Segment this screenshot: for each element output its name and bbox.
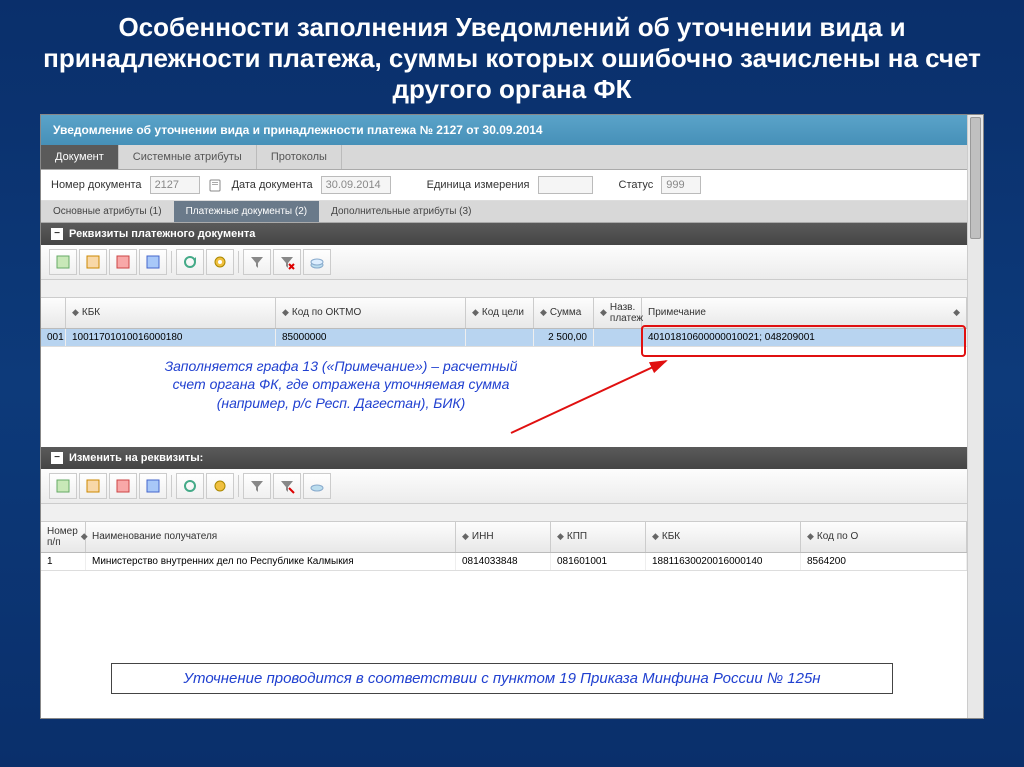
cell-oktmo: 85000000: [276, 329, 466, 346]
sub-tabs: Основные атрибуты (1) Платежные документ…: [41, 201, 967, 223]
sort-icon[interactable]: ◆: [472, 307, 479, 318]
col-inn[interactable]: ИНН: [472, 531, 494, 542]
subtab-main-attrs[interactable]: Основные атрибуты (1): [41, 201, 174, 222]
table-row[interactable]: 001 10011701010016000180 85000000 2 500,…: [41, 329, 967, 347]
tb-export-icon[interactable]: [303, 473, 331, 499]
status-input[interactable]: [661, 176, 701, 194]
panel2-header: − Изменить на реквизиты:: [41, 447, 967, 469]
doc-num-input[interactable]: [150, 176, 200, 194]
col-note[interactable]: Примечание: [648, 307, 706, 318]
sort-icon[interactable]: ◆: [807, 531, 814, 542]
cell-platezh: [594, 329, 642, 346]
col-kbk[interactable]: КБК: [82, 307, 100, 318]
tab-document[interactable]: Документ: [41, 145, 119, 169]
tb-new-icon[interactable]: [49, 249, 77, 275]
panel1-toolbar: [41, 245, 967, 280]
tb-grid-icon[interactable]: [139, 473, 167, 499]
panel2-title: Изменить на реквизиты:: [69, 452, 203, 464]
sort-icon[interactable]: ◆: [72, 307, 79, 318]
cell-name: Министерство внутренних дел по Республик…: [86, 553, 456, 570]
col-oktmo[interactable]: Код по ОКТМО: [292, 307, 361, 318]
doc-date-label: Дата документа: [232, 179, 313, 191]
doc-date-input[interactable]: [321, 176, 391, 194]
tb-settings-icon[interactable]: [206, 473, 234, 499]
col-num[interactable]: Номер п/п: [47, 526, 78, 548]
sort-icon[interactable]: ◆: [540, 307, 547, 318]
tb-settings-icon[interactable]: [206, 249, 234, 275]
cell-oktmo2: 8564200: [801, 553, 967, 570]
doc-num-label: Номер документа: [51, 179, 142, 191]
cell-goal: [466, 329, 534, 346]
sort-icon[interactable]: ◆: [953, 307, 960, 318]
app-window: Уведомление об уточнении вида и принадле…: [40, 114, 984, 719]
col-oktmo2[interactable]: Код по О: [817, 531, 858, 542]
col-kbk2[interactable]: КБК: [662, 531, 680, 542]
panel1-title: Реквизиты платежного документа: [69, 228, 255, 240]
tb-refresh-icon[interactable]: [176, 473, 204, 499]
subtab-payment-docs[interactable]: Платежные документы (2): [174, 201, 320, 222]
panel2-toolbar: [41, 469, 967, 504]
tab-system-attrs[interactable]: Системные атрибуты: [119, 145, 257, 169]
panel1-filter[interactable]: [41, 280, 967, 298]
col-kpp[interactable]: КПП: [567, 531, 587, 542]
annotation-text: Заполняется графа 13 («Примечание») – ра…: [161, 357, 521, 414]
cell-inn: 0814033848: [456, 553, 551, 570]
note-box: Уточнение проводится в соответствии с пу…: [111, 663, 893, 694]
tb-edit-icon[interactable]: [109, 473, 137, 499]
panel1-grid-head: ◆КБК ◆Код по ОКТМО ◆Код цели ◆Сумма ◆Наз…: [41, 298, 967, 329]
sort-icon[interactable]: ◆: [462, 531, 469, 542]
subtab-additional[interactable]: Дополнительные атрибуты (3): [319, 201, 483, 222]
attach-icon[interactable]: [208, 177, 224, 193]
tb-new-icon[interactable]: [49, 473, 77, 499]
status-label: Статус: [619, 179, 654, 191]
collapse-icon[interactable]: −: [51, 228, 63, 240]
tb-export-icon[interactable]: [303, 249, 331, 275]
cell-kbk2: 18811630020016000140: [646, 553, 801, 570]
slide-title: Особенности заполнения Уведомлений об ут…: [0, 0, 1024, 114]
cell-num: 1: [41, 553, 86, 570]
vertical-scrollbar[interactable]: [967, 115, 983, 718]
form-row: Номер документа Дата документа Единица и…: [41, 170, 967, 201]
tb-edit-icon[interactable]: [109, 249, 137, 275]
panel1-header: − Реквизиты платежного документа: [41, 223, 967, 245]
window-title: Уведомление об уточнении вида и принадле…: [41, 115, 967, 145]
cell-kpp: 081601001: [551, 553, 646, 570]
sort-icon[interactable]: ◆: [600, 307, 607, 318]
col-goal[interactable]: Код цели: [482, 307, 524, 318]
main-tabs: Документ Системные атрибуты Протоколы: [41, 145, 967, 170]
collapse-icon[interactable]: −: [51, 452, 63, 464]
tb-filter-icon[interactable]: [243, 473, 271, 499]
cell-sum: 2 500,00: [534, 329, 594, 346]
tab-protocols[interactable]: Протоколы: [257, 145, 342, 169]
cell-kbk: 10011701010016000180: [66, 329, 276, 346]
sort-icon[interactable]: ◆: [557, 531, 564, 542]
unit-input[interactable]: [538, 176, 593, 194]
unit-label: Единица измерения: [427, 179, 530, 191]
tb-copy-icon[interactable]: [79, 473, 107, 499]
tb-filter-clear-icon[interactable]: [273, 473, 301, 499]
tb-filter-icon[interactable]: [243, 249, 271, 275]
col-sum[interactable]: Сумма: [550, 307, 581, 318]
tb-refresh-icon[interactable]: [176, 249, 204, 275]
col-name[interactable]: Наименование получателя: [92, 531, 217, 542]
tb-copy-icon[interactable]: [79, 249, 107, 275]
sort-icon[interactable]: ◆: [282, 307, 289, 318]
cell-idx: 001: [41, 329, 66, 346]
panel2-filter[interactable]: [41, 504, 967, 522]
tb-filter-clear-icon[interactable]: [273, 249, 301, 275]
cell-note: 40101810600000010021; 048209001: [642, 329, 967, 346]
tb-grid-icon[interactable]: [139, 249, 167, 275]
col-platezh[interactable]: Назв. платеж: [610, 302, 643, 324]
table-row[interactable]: 1 Министерство внутренних дел по Республ…: [41, 553, 967, 571]
panel2-grid-head: Номер п/п◆ Наименование получателя ◆ИНН …: [41, 522, 967, 553]
sort-icon[interactable]: ◆: [652, 531, 659, 542]
